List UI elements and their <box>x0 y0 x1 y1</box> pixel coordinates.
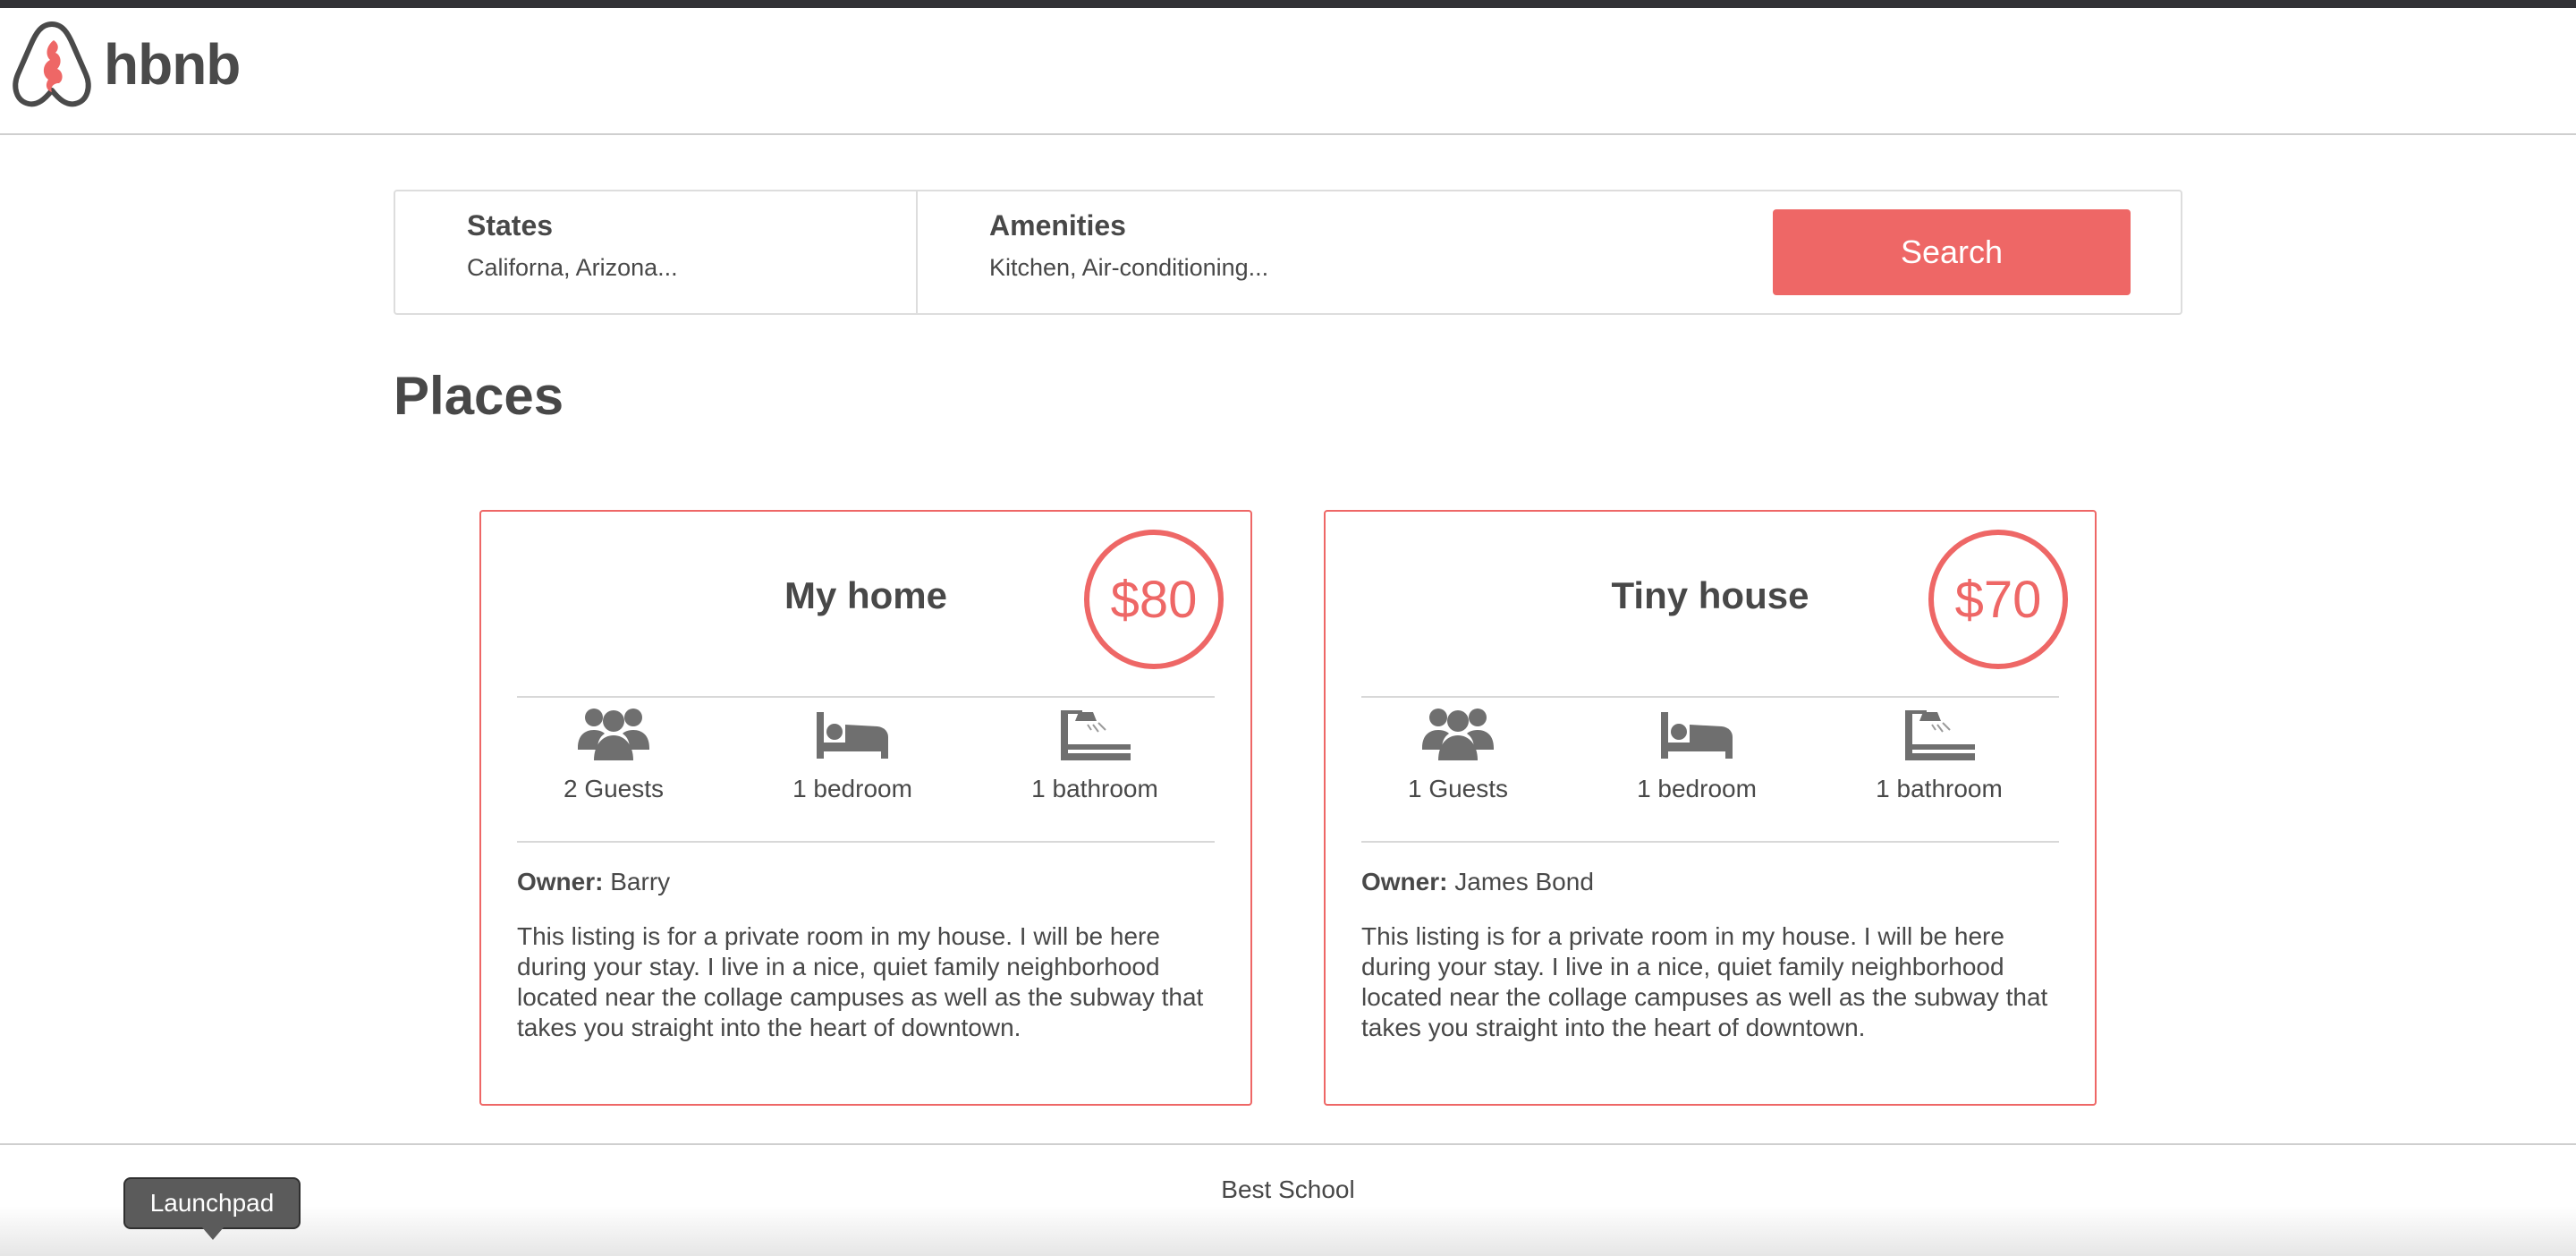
place-card: Tiny house $70 1 Guests 1 bedroom 1 bath… <box>1324 510 2097 1106</box>
divider <box>1361 696 2059 698</box>
guests-label: 1 Guests <box>1407 775 1509 802</box>
divider <box>1361 841 2059 843</box>
bed-icon <box>1661 712 1733 759</box>
filters-bar: States Californa, Arizona... Amenities K… <box>394 190 2182 315</box>
amenities-filter[interactable]: Amenities Kitchen, Air-conditioning... <box>918 191 1723 313</box>
owner-label: Owner: <box>517 868 604 895</box>
bath-icon <box>1061 710 1131 760</box>
guests-label: 2 Guests <box>563 775 665 802</box>
divider <box>517 841 1215 843</box>
tooltip-arrow <box>202 1227 224 1240</box>
bathrooms-label: 1 bathroom <box>1031 775 1158 802</box>
bathrooms-label: 1 bathroom <box>1876 775 2003 802</box>
states-filter[interactable]: States Californa, Arizona... <box>395 191 918 313</box>
owner-name: Barry <box>610 868 671 895</box>
states-filter-title: States <box>467 209 554 242</box>
footer-text: Best School <box>1221 1175 1355 1203</box>
logo-text: hbnb <box>104 32 241 97</box>
bedrooms-label: 1 bedroom <box>792 775 912 802</box>
owner-label: Owner: <box>1361 868 1448 895</box>
owner: Owner: Barry <box>517 868 670 896</box>
amenities-filter-title: Amenities <box>989 209 1126 242</box>
guests-info: 1 Guests <box>1368 705 1547 803</box>
owner-name: James Bond <box>1454 868 1594 895</box>
site-footer: Best School <box>0 1143 2576 1256</box>
states-filter-value: Californa, Arizona... <box>467 254 678 281</box>
bedrooms-info: 1 bedroom <box>1607 705 1786 803</box>
bedrooms-info: 1 bedroom <box>763 705 942 803</box>
guests-icon <box>1422 709 1494 760</box>
amenities-filter-value: Kitchen, Air-conditioning... <box>989 254 1269 281</box>
divider <box>517 696 1215 698</box>
launchpad-tooltip: Launchpad <box>123 1177 301 1229</box>
search-button[interactable]: Search <box>1773 209 2131 295</box>
price-badge: $80 <box>1084 530 1224 669</box>
guests-icon <box>578 709 649 760</box>
places-title: Places <box>394 366 564 426</box>
bedrooms-label: 1 bedroom <box>1637 775 1757 802</box>
bathrooms-info: 1 bathroom <box>1850 705 2029 803</box>
place-card: My home $80 2 Guests 1 bedroom 1 bathroo… <box>479 510 1252 1106</box>
logo-icon <box>13 21 91 107</box>
bath-icon <box>1905 710 1975 760</box>
bathrooms-info: 1 bathroom <box>1005 705 1184 803</box>
window-top-bar <box>0 0 2576 8</box>
site-header: hbnb <box>0 8 2576 135</box>
owner: Owner: James Bond <box>1361 868 1594 896</box>
price-badge: $70 <box>1928 530 2068 669</box>
place-description: This listing is for a private room in my… <box>1361 922 2048 1041</box>
logo[interactable]: hbnb <box>9 19 241 110</box>
guests-info: 2 Guests <box>524 705 703 803</box>
bed-icon <box>817 712 888 759</box>
place-description: This listing is for a private room in my… <box>517 922 1204 1041</box>
